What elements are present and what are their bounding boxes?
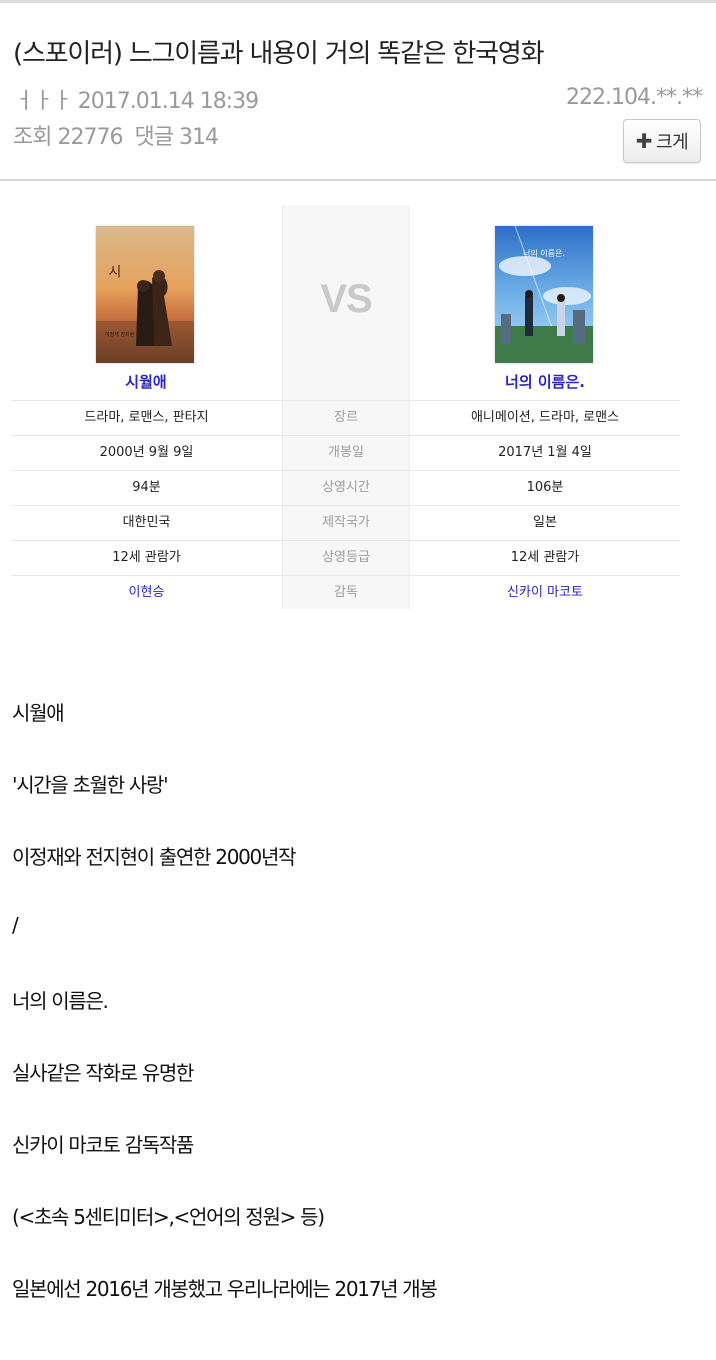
- genre-left: 드라마, 로맨스, 판타지: [84, 410, 209, 425]
- runtime-right: 106분: [526, 480, 564, 495]
- release-left: 2000년 9월 9일: [99, 445, 194, 460]
- movie-title-left[interactable]: 시월애: [11, 371, 281, 392]
- director-label: 감독: [334, 585, 358, 600]
- country-right: 일본: [533, 515, 557, 530]
- svg-text:시: 시: [106, 264, 122, 278]
- author-ip: 222.104.**.**: [566, 85, 703, 110]
- post-stats: 조회 22776 댓글 314: [13, 119, 224, 151]
- body-paragraph: 실사같은 작화로 유명한: [12, 1061, 194, 1085]
- rating-right: 12세 관람가: [510, 550, 580, 565]
- post-title: (스포이러) 느그이름과 내용이 거의 똑같은 한국영화: [13, 39, 545, 69]
- body-paragraph: 신카이 마코토 감독작품: [12, 1133, 194, 1157]
- table-row-release: 2000년 9월 9일 개봉일 2017년 1월 4일: [11, 435, 680, 470]
- views-count: 22776: [57, 125, 123, 150]
- country-left: 대한민국: [122, 515, 171, 530]
- body-paragraph: '시간을 초월한 사랑': [12, 773, 169, 797]
- table-row-runtime: 94분 상영시간 106분: [11, 470, 680, 505]
- body-paragraph: 일본에선 2016년 개봉했고 우리나라에는 2017년 개봉: [12, 1277, 438, 1301]
- author-name[interactable]: ㅓㅏㅏ: [14, 89, 73, 114]
- genre-right: 애니메이션, 드라마, 로맨스: [470, 410, 620, 425]
- font-size-button-label: 크게: [656, 132, 689, 153]
- vs-label: VS: [320, 277, 372, 321]
- poster-right-image: 너의 이름은.: [495, 226, 593, 363]
- runtime-label: 상영시간: [322, 480, 370, 495]
- svg-text:너의 이름은.: 너의 이름은.: [523, 248, 565, 258]
- body-paragraph: 시월애: [12, 701, 65, 725]
- poster-row: 시 이정재 전지현 VS 너의 이름은. 시월애 너의 이름은.: [11, 205, 680, 399]
- release-right: 2017년 1월 4일: [498, 445, 592, 460]
- movie-title-right[interactable]: 너의 이름은.: [410, 371, 680, 392]
- runtime-left: 94분: [132, 480, 161, 495]
- rating-label: 상영등급: [322, 550, 370, 565]
- poster-left-image: 시 이정재 전지현: [96, 226, 194, 363]
- post-header: (스포이러) 느그이름과 내용이 거의 똑같은 한국영화 ㅓㅏㅏ 2017.01…: [0, 3, 716, 181]
- body-paragraph: 이정재와 전지현이 출연한 2000년작: [12, 845, 296, 869]
- svg-text:이정재 전지현: 이정재 전지현: [105, 331, 135, 338]
- body-paragraph: (<초속 5센티미터>,<언어의 정원> 등): [12, 1205, 325, 1229]
- post-datetime: 2017.01.14 18:39: [77, 89, 259, 114]
- comments-label: 댓글: [134, 125, 173, 150]
- author-line: ㅓㅏㅏ 2017.01.14 18:39: [14, 83, 259, 115]
- table-row-genre: 드라마, 로맨스, 판타지 장르 애니메이션, 드라마, 로맨스: [11, 400, 680, 435]
- country-label: 제작국가: [322, 515, 370, 530]
- genre-label: 장르: [334, 410, 358, 425]
- director-left-link[interactable]: 이현승: [11, 576, 282, 610]
- rating-left: 12세 관람가: [112, 550, 181, 565]
- comments-count: 314: [178, 125, 219, 150]
- director-right-link[interactable]: 신카이 마코토: [410, 576, 680, 610]
- table-row-director: 이현승 감독 신카이 마코토: [11, 575, 680, 610]
- plus-icon: ✚: [635, 129, 653, 153]
- table-row-country: 대한민국 제작국가 일본: [11, 505, 680, 540]
- body-paragraph: /: [12, 913, 19, 937]
- views-label: 조회: [13, 125, 52, 150]
- table-row-rating: 12세 관람가 상영등급 12세 관람가: [11, 540, 680, 575]
- release-label: 개봉일: [328, 445, 364, 460]
- font-size-button[interactable]: ✚ 크게: [623, 119, 701, 163]
- body-paragraph: 너의 이름은.: [12, 989, 109, 1013]
